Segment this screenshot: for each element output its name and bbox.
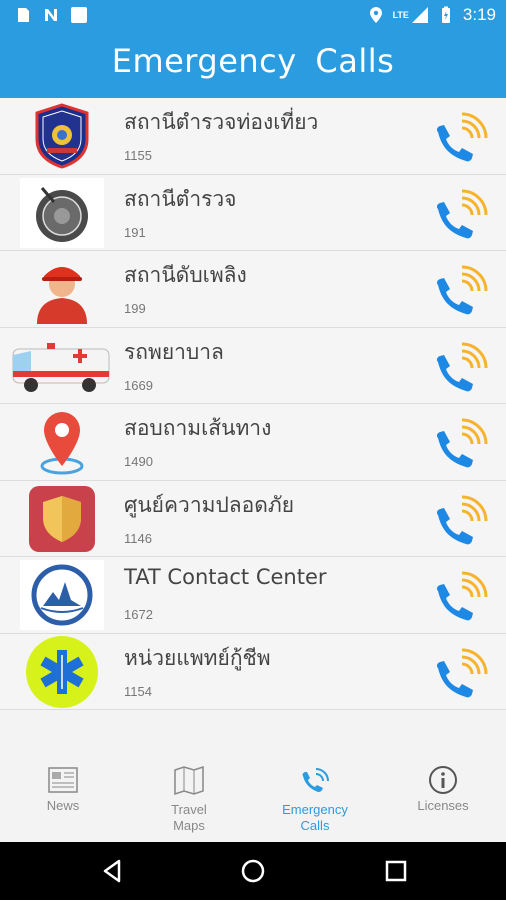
call-button[interactable] [428,181,494,247]
police-emblem-icon [20,177,104,248]
tab-label: News [46,798,80,813]
tat-logo-icon [20,560,104,630]
contact-name: รถพยาบาล [124,339,224,364]
list-item[interactable]: สถานีดับเพลิง 199 [0,251,506,328]
home-icon[interactable] [238,856,268,886]
contact-name: สถานีตำรวจ [124,186,237,211]
list-item[interactable]: สอบถามเส้นทาง 1490 [0,404,506,481]
location-icon [369,7,382,23]
call-button[interactable] [428,410,494,476]
contact-number: 1672 [124,607,153,622]
list-item[interactable]: TAT Contact Center 1672 [0,557,506,634]
bottom-navigation: News Travel Maps Emergency Calls License… [0,752,506,842]
shield-icon [20,484,104,554]
call-button[interactable] [428,104,494,170]
battery-icon [441,6,450,23]
tab-label: Travel Maps [171,802,207,833]
contact-number: 1669 [124,377,153,393]
tab-travel-maps[interactable]: Travel Maps [126,764,252,834]
sd-card-icon [18,8,29,22]
call-button[interactable] [428,257,494,323]
call-button[interactable] [428,640,494,706]
recents-icon[interactable] [381,856,411,886]
phone-call-icon [302,768,329,792]
info-icon [429,766,457,794]
contact-number: 1490 [124,454,153,469]
map-pin-icon [20,407,104,477]
contact-name: สถานีตำรวจท่องเที่ยว [124,110,319,134]
call-button[interactable] [428,563,494,629]
firefighter-icon [20,254,104,324]
tab-news[interactable]: News [0,764,126,813]
contact-number: 1154 [124,683,152,699]
n-icon [45,9,57,21]
back-icon[interactable] [97,856,127,886]
tab-emergency-calls[interactable]: Emergency Calls [252,764,378,834]
app-bar: Emergency Calls [0,32,506,98]
network-label: LTE [392,10,409,20]
tab-label: Licenses [417,798,469,813]
list-item[interactable]: ศูนย์ความปลอดภัย 1146 [0,480,506,557]
map-icon [174,765,204,796]
contact-number: 199 [124,301,146,316]
call-button[interactable] [428,487,494,553]
contact-name: สอบถามเส้นทาง [124,416,272,440]
contact-name: หน่วยแพทย์กู้ชีพ [124,645,271,670]
call-button[interactable] [428,334,494,400]
page-title: Emergency Calls [111,42,395,80]
contact-number: 191 [124,224,146,240]
signal-icon [411,7,428,23]
contact-number: 1146 [124,530,152,546]
emergency-contacts-list: สถานีตำรวจท่องเที่ยว 1155 สถานีตำรวจ 191 [0,98,506,710]
square-icon [71,7,87,23]
list-item[interactable]: หน่วยแพทย์กู้ชีพ 1154 [0,633,506,710]
star-of-life-icon [20,635,104,708]
contact-name: สถานีดับเพลิง [124,263,247,287]
status-bar: LTE 3:19 [0,0,506,32]
clock: 3:19 [462,5,496,24]
contact-name: ศูนย์ความปลอดภัย [124,492,295,517]
list-item[interactable]: สถานีตำรวจท่องเที่ยว 1155 [0,98,506,175]
ambulance-icon [8,331,114,401]
tab-licenses[interactable]: Licenses [380,764,506,813]
list-item[interactable]: สถานีตำรวจ 191 [0,174,506,251]
tab-label: Emergency Calls [282,802,348,833]
list-item[interactable]: รถพยาบาล 1669 [0,327,506,404]
tourist-police-badge-icon [20,101,104,171]
system-navigation-bar [0,842,506,900]
news-icon [48,767,78,793]
contact-name: TAT Contact Center [124,565,327,589]
contact-number: 1155 [124,148,152,163]
